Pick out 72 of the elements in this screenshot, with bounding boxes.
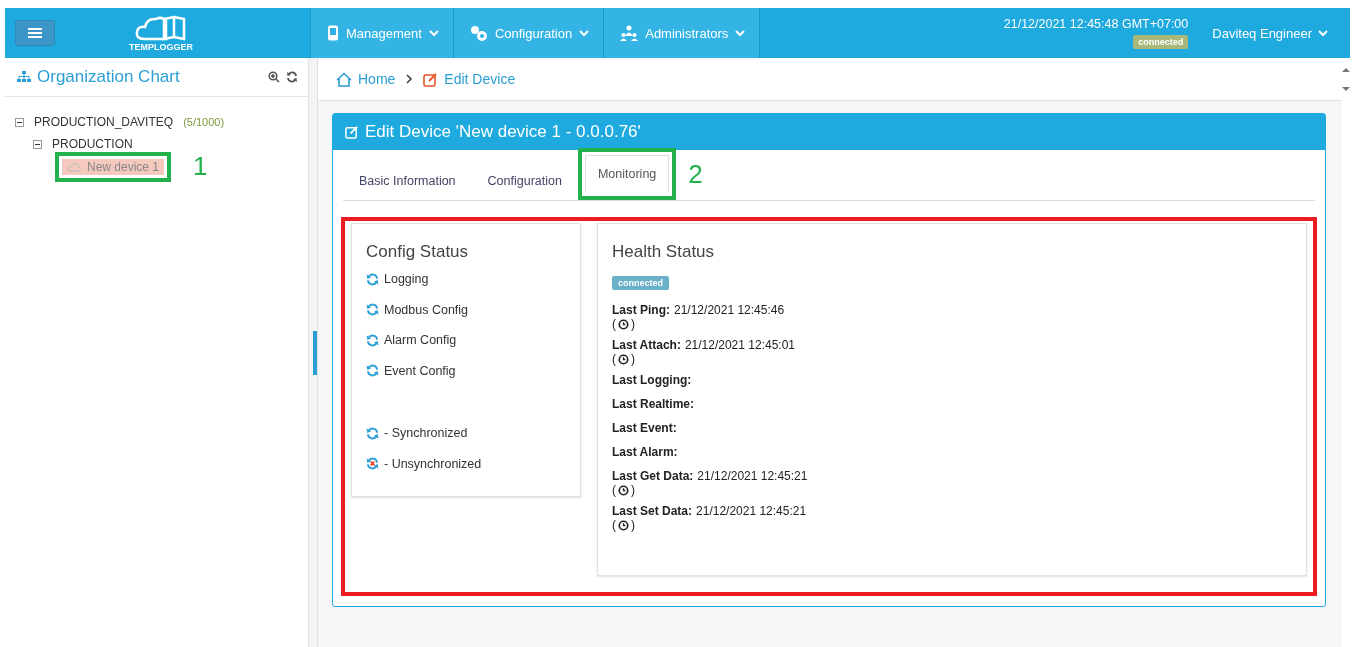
user-menu[interactable]: Daviteq Engineer: [1212, 8, 1350, 58]
bracket: ): [631, 483, 635, 497]
breadcrumb-link[interactable]: Home: [336, 71, 396, 87]
panel-title: Health Status: [612, 242, 716, 262]
cloud-book-icon: [134, 14, 188, 41]
edit-icon: [345, 125, 359, 139]
scroll-down-icon[interactable]: [1342, 86, 1350, 92]
clock-icon: [618, 519, 629, 531]
status-line: Last Get Data: 21/12/2021 12:45:21: [612, 469, 808, 483]
status-line: Last Logging:: [612, 373, 692, 387]
legend-label: - Unsynchronized: [384, 456, 482, 471]
date-time: 21/12/2021 12:45:48 GMT+07:00: [1003, 17, 1189, 31]
clock-icon: [618, 353, 629, 365]
status-line: Last Ping: 21/12/2021 12:45:46: [612, 303, 785, 317]
bracket: (: [612, 352, 616, 366]
panel-title: Organization Chart: [37, 67, 180, 87]
splitter-handle[interactable]: [313, 330, 317, 375]
tab[interactable]: Configuration: [471, 162, 578, 200]
gears-icon: [469, 25, 488, 41]
tree-item[interactable]: PRODUCTION: [52, 137, 133, 151]
status-line: Last Alarm:: [612, 445, 678, 459]
collapse-icon[interactable]: [15, 117, 24, 127]
legend-label: - Synchronized: [384, 426, 468, 441]
callout-number: 2: [688, 158, 703, 190]
bracket: (: [612, 483, 616, 497]
people-icon: [620, 25, 639, 41]
nav-menu[interactable]: Management: [310, 8, 453, 58]
device-count: (5/1000): [183, 116, 225, 128]
org-chart-icon: [17, 71, 31, 83]
status-line: Last Set Data: 21/12/2021 12:45:21: [612, 504, 807, 518]
chevron-down-icon: [579, 29, 590, 37]
chevron-right-icon: [405, 74, 414, 84]
chevron-down-icon: [1318, 29, 1328, 37]
menu-button[interactable]: [15, 20, 55, 46]
phone-icon: [327, 25, 339, 41]
nav-menu[interactable]: Configuration: [452, 8, 604, 58]
collapse-icon[interactable]: [33, 139, 42, 149]
config-item: Logging: [384, 272, 429, 287]
card-title: Edit Device 'New device 1 - 0.0.0.76': [365, 122, 641, 142]
chevron-down-icon: [735, 29, 746, 37]
tab[interactable]: Basic Information: [343, 162, 472, 200]
chevron-down-icon: [428, 29, 439, 37]
status-badge: connected: [612, 276, 669, 290]
clock-icon: [618, 318, 629, 330]
callout-number: 1: [193, 151, 208, 182]
config-item: Alarm Config: [384, 333, 457, 348]
menu-icon: [28, 27, 42, 39]
bracket: ): [631, 352, 635, 366]
panel-title: Config Status: [366, 242, 470, 262]
tab[interactable]: Monitoring: [584, 155, 670, 193]
zoom-in-icon[interactable]: [268, 71, 280, 83]
clock-icon: [618, 484, 629, 496]
bracket: ): [631, 317, 635, 331]
bracket: (: [612, 317, 616, 331]
breadcrumb-link[interactable]: Edit Device: [423, 71, 516, 87]
home-icon: [336, 71, 352, 87]
tree-item[interactable]: New device 1: [62, 158, 165, 175]
cloud-icon: [67, 161, 81, 172]
logo-text: TEMPLOGGER: [129, 41, 193, 52]
scroll-up-icon[interactable]: [1342, 67, 1350, 73]
connection-badge: connected: [1133, 35, 1189, 49]
edit-icon: [423, 71, 439, 87]
bracket: ): [631, 518, 635, 532]
tree-item[interactable]: PRODUCTION_DAVITEQ: [34, 115, 174, 129]
config-item: Event Config: [384, 363, 456, 378]
refresh-icon[interactable]: [286, 71, 298, 83]
bracket: (: [612, 518, 616, 532]
nav-menu[interactable]: Administrators: [603, 8, 761, 58]
status-line: Last Realtime:: [612, 397, 695, 411]
status-line: Last Attach: 21/12/2021 12:45:01: [612, 338, 795, 352]
config-item: Modbus Config: [384, 302, 469, 317]
status-line: Last Event:: [612, 421, 677, 435]
